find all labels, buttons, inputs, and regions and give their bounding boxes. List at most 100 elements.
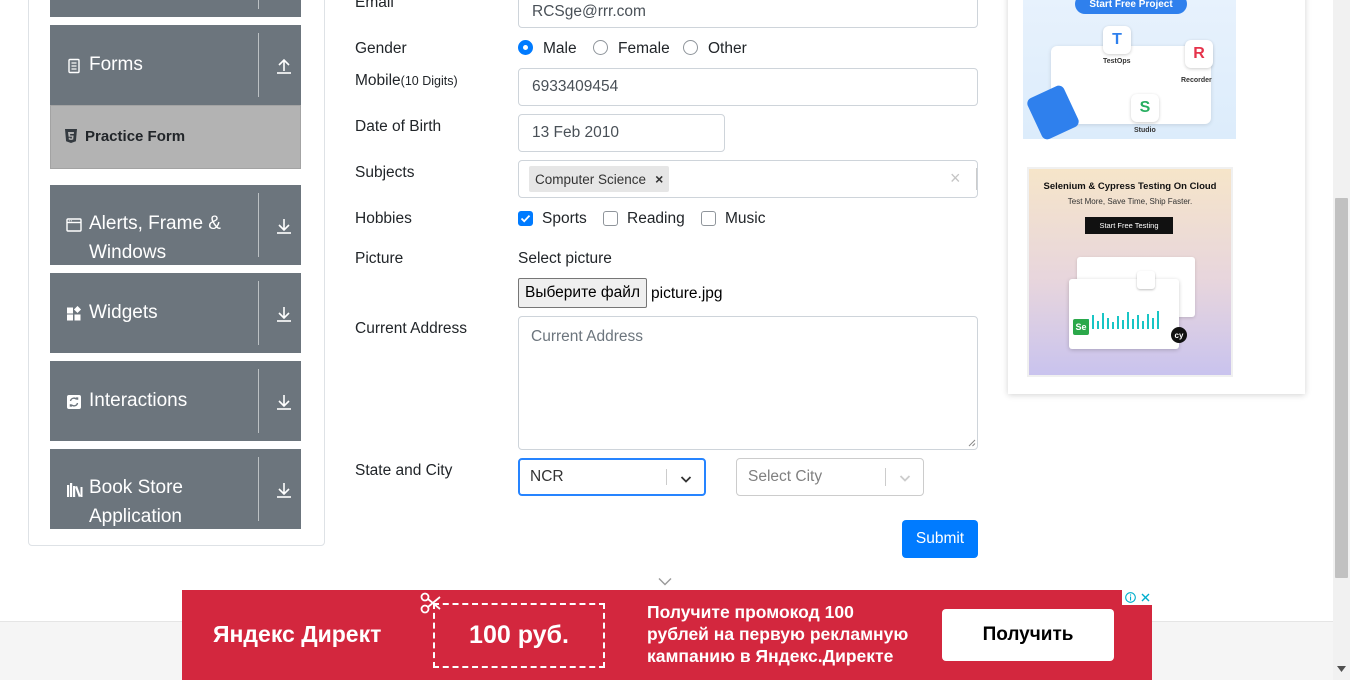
ad-product-label: Studio (1134, 127, 1156, 134)
email-value: RCSge@rrr.com (532, 3, 646, 20)
state-city-label: State and City (355, 462, 453, 479)
sidebar-item-label: Practice Form (85, 128, 186, 145)
ad-text-line: кампанию в Яндекс.Директе (647, 646, 894, 666)
ad-close-icon[interactable] (1141, 593, 1150, 602)
hobby-checkbox-sports[interactable] (518, 211, 533, 226)
divider (258, 193, 259, 257)
sidebar-group-label: Interactions (89, 390, 188, 411)
lambdatest-ad[interactable]: Selenium & Cypress Testing On Cloud Test… (1027, 167, 1233, 377)
divider (258, 281, 259, 345)
hobby-label[interactable]: Sports (542, 210, 587, 228)
chevron-down-icon[interactable] (658, 577, 672, 586)
recorder-logo-icon: R (1185, 40, 1213, 68)
subject-chip-label: Computer Science (535, 171, 647, 187)
scrollbar-thumb[interactable] (1335, 198, 1348, 578)
html5-icon (65, 129, 77, 143)
window-icon (66, 218, 82, 232)
ad-subtitle: Test More, Save Time, Ship Faster. (1067, 197, 1193, 206)
divider (666, 469, 667, 485)
submit-button[interactable]: Submit (902, 520, 978, 558)
arrow-up-icon[interactable] (275, 57, 293, 75)
lambdatest-logo-icon (1137, 271, 1155, 289)
hobby-checkbox-reading[interactable] (603, 211, 618, 226)
gender-radio-male[interactable] (518, 40, 533, 55)
sidebar-group-bookstore[interactable]: Book Store Application (50, 449, 301, 529)
sidebar-group-forms[interactable]: Forms (50, 25, 301, 105)
gender-radio-female[interactable] (593, 40, 608, 55)
sidebar-group-label: Alerts, Frame & Windows (89, 213, 221, 263)
gender-label: Gender (355, 40, 407, 57)
picture-label: Picture (355, 250, 404, 267)
ad-coupon: 100 руб. (433, 603, 605, 668)
ad-start-project-button[interactable]: Start Free Project (1075, 0, 1187, 14)
state-value: NCR (530, 468, 564, 485)
scroll-down-icon[interactable] (1337, 666, 1346, 672)
dob-label: Date of Birth (355, 118, 442, 135)
address-label: Current Address (355, 320, 467, 337)
picture-prompt: Select picture (518, 250, 612, 267)
city-select[interactable]: Select City (736, 458, 924, 496)
chevron-down-icon (680, 476, 692, 483)
sidebar-group-label: Book Store Application (89, 477, 183, 527)
interactions-icon (67, 395, 81, 409)
hobbies-label: Hobbies (355, 210, 412, 227)
mobile-hint: (10 Digits) (400, 74, 458, 88)
sidebar-item-practice-form[interactable]: Practice Form (50, 105, 301, 169)
arrow-down-icon[interactable] (275, 481, 293, 499)
state-select[interactable]: NCR (518, 458, 706, 496)
gender-radio-other[interactable] (683, 40, 698, 55)
clear-icon[interactable]: × (950, 168, 961, 189)
ad-start-testing-button[interactable]: Start Free Testing (1085, 217, 1173, 234)
dob-input[interactable]: 13 Feb 2010 (518, 114, 725, 152)
page-scrollbar[interactable] (1333, 0, 1350, 680)
sidebar-group-label: Widgets (89, 302, 158, 323)
arrow-down-icon[interactable] (275, 305, 293, 323)
email-input[interactable]: RCSge@rrr.com (518, 0, 978, 28)
ad-cta-button[interactable]: Получить (942, 609, 1114, 661)
file-upload-button[interactable]: Выберите файл (518, 278, 647, 308)
ad-brand: Яндекс Директ (213, 621, 382, 647)
cypress-logo-icon: cy (1171, 327, 1187, 343)
sidebar-group-alerts[interactable]: Alerts, Frame & Windows (50, 185, 301, 265)
yandex-direct-ad[interactable]: Яндекс Директ 100 руб. Получите промокод… (182, 590, 1152, 680)
form-icon (68, 58, 80, 74)
city-placeholder: Select City (748, 468, 823, 485)
divider (258, 0, 259, 9)
gender-option-label[interactable]: Male (543, 40, 577, 58)
resize-handle-icon[interactable] (967, 438, 976, 447)
katalon-ad[interactable]: Start Free Project T TestOps R Recorder … (1023, 0, 1236, 142)
hobby-label[interactable]: Music (725, 210, 765, 228)
address-placeholder: Current Address (531, 328, 643, 345)
ad-text-line: рублей на первую рекламную (647, 624, 909, 644)
file-name: picture.jpg (651, 285, 723, 302)
page: Forms Practice Form Alerts, Frame & Wind… (0, 0, 1350, 680)
mobile-input[interactable]: 6933409454 (518, 68, 978, 106)
ad-product-label: TestOps (1103, 58, 1131, 65)
mobile-label: Mobile(10 Digits) (355, 72, 458, 90)
arrow-down-icon[interactable] (275, 393, 293, 411)
current-address-textarea[interactable]: Current Address (518, 316, 978, 450)
subject-chip: Computer Science × (529, 166, 670, 192)
hobby-checkbox-music[interactable] (701, 211, 716, 226)
email-label: Email (355, 0, 394, 11)
sidebar-group-interactions[interactable]: Interactions (50, 361, 301, 441)
sidebar-group-elements[interactable] (50, 0, 301, 17)
books-icon (67, 483, 83, 498)
chevron-down-icon (899, 475, 911, 482)
chip-remove-icon[interactable]: × (655, 171, 663, 187)
gender-option-label[interactable]: Female (618, 40, 670, 58)
gender-option-label[interactable]: Other (708, 40, 747, 58)
hobby-label[interactable]: Reading (627, 210, 685, 228)
selenium-logo-icon: Se (1073, 319, 1089, 335)
sidebar-group-widgets[interactable]: Widgets (50, 273, 301, 353)
ad-product-label: Recorder (1181, 77, 1212, 84)
arrow-down-icon[interactable] (275, 217, 293, 235)
ad-info-icon[interactable] (1124, 592, 1136, 603)
testops-logo-icon: T (1103, 26, 1131, 54)
divider (976, 168, 977, 190)
divider (258, 33, 259, 97)
ad-text: Получите промокод 100 рублей на первую р… (647, 601, 908, 667)
mobile-value: 6933409454 (532, 78, 619, 95)
ad-bar-chart-icon (1087, 311, 1159, 329)
check-icon (520, 214, 531, 223)
